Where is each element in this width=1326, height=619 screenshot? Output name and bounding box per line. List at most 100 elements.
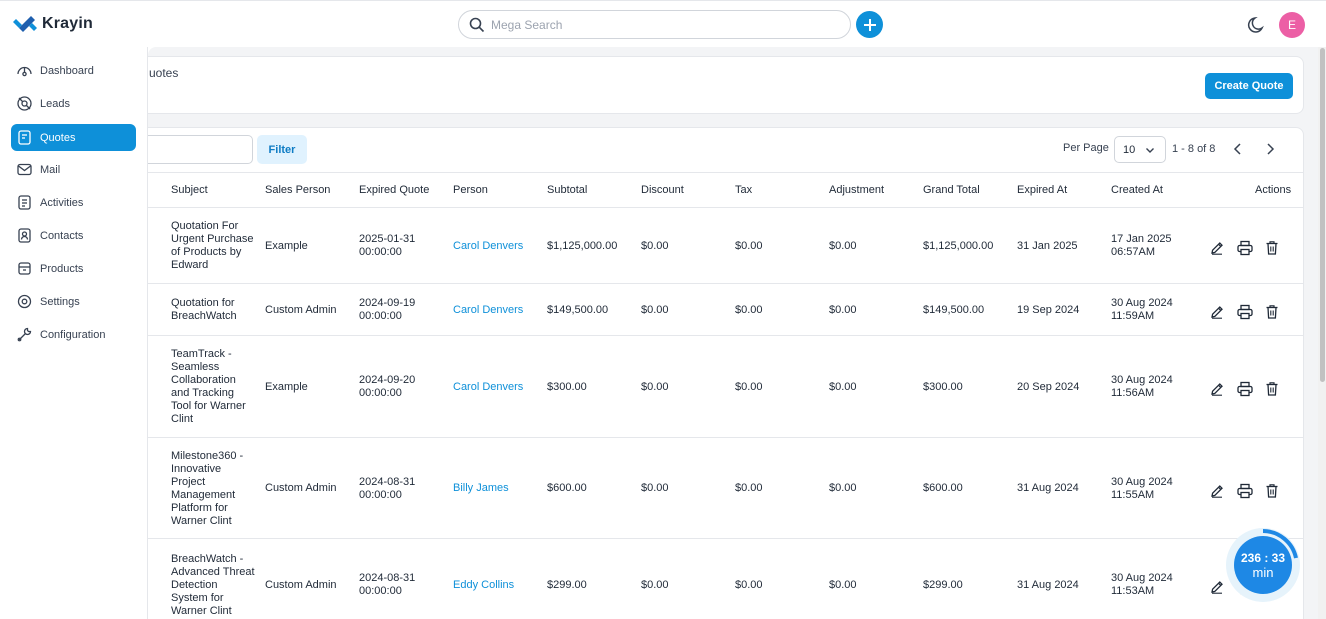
edit-icon[interactable] bbox=[1209, 304, 1225, 325]
sidebar-item-activities[interactable]: Activities bbox=[11, 189, 136, 216]
sidebar-item-settings[interactable]: Settings bbox=[11, 288, 136, 315]
cell-subject-line: Clint bbox=[171, 413, 194, 425]
cell-expired-quote: 2024-09-19 00:00:00 bbox=[359, 297, 449, 323]
cell-adjustment: $0.00 bbox=[829, 482, 857, 494]
print-icon[interactable] bbox=[1236, 483, 1254, 504]
mega-search[interactable] bbox=[458, 10, 851, 39]
cell-subject-line: Quotation for bbox=[171, 297, 235, 309]
row-actions bbox=[1209, 304, 1279, 325]
column-header[interactable]: Subject bbox=[171, 184, 208, 196]
column-header[interactable]: Tax bbox=[735, 184, 752, 196]
column-header[interactable]: Adjustment bbox=[829, 184, 884, 196]
table-row: Quotation for BreachWatch Custom Admin 2024… bbox=[148, 284, 1303, 336]
delete-icon[interactable] bbox=[1265, 381, 1279, 402]
sidebar-item-contacts[interactable]: Contacts bbox=[11, 222, 136, 249]
sidebar-item-label: Mail bbox=[40, 163, 61, 176]
user-avatar[interactable]: E bbox=[1279, 12, 1305, 38]
delete-icon[interactable] bbox=[1265, 304, 1279, 325]
moon-icon bbox=[1247, 16, 1264, 33]
pagination-info: 1 - 8 of 8 bbox=[1172, 143, 1216, 155]
row-actions bbox=[1209, 381, 1279, 402]
sidebar-item-products[interactable]: Products bbox=[11, 255, 136, 282]
column-header[interactable]: Created At bbox=[1111, 184, 1163, 196]
column-header[interactable]: Grand Total bbox=[923, 184, 980, 196]
filter-button[interactable]: Filter bbox=[257, 135, 307, 164]
cell-adjustment: $0.00 bbox=[829, 579, 857, 591]
cell-subject-line: Tool for Warner bbox=[171, 400, 246, 412]
edit-icon[interactable] bbox=[1209, 483, 1225, 504]
quick-create-button[interactable] bbox=[856, 11, 883, 38]
person-link[interactable]: Carol Denvers bbox=[453, 381, 523, 394]
cell-expired-quote-line: 2024-09-19 bbox=[359, 297, 416, 309]
chevron-down-icon bbox=[1146, 147, 1155, 153]
mail-icon bbox=[17, 163, 32, 176]
person-link[interactable]: Billy James bbox=[453, 482, 509, 495]
cell-adjustment: $0.00 bbox=[829, 381, 857, 393]
person-link[interactable]: Carol Denvers bbox=[453, 304, 523, 317]
cell-subject-line: and Tracking bbox=[171, 387, 234, 399]
search-icon bbox=[469, 17, 485, 32]
main-content: uotes Create Quote Filter Per Page 10 1 … bbox=[148, 47, 1318, 619]
cell-subject-line: Milestone360 - bbox=[171, 450, 244, 462]
delete-icon[interactable] bbox=[1265, 483, 1279, 504]
sidebar-item-configuration[interactable]: Configuration bbox=[11, 321, 136, 348]
cell-tax: $0.00 bbox=[735, 381, 763, 393]
cell-subject-line: Advanced Threat bbox=[171, 566, 255, 578]
cell-created-at: 17 Jan 2025 06:57AM bbox=[1111, 233, 1201, 259]
sidebar-item-quotes[interactable]: Quotes bbox=[11, 124, 136, 151]
person-link[interactable]: Carol Denvers bbox=[453, 240, 523, 253]
table-row: Milestone360 - Innovative Project Managemen… bbox=[148, 438, 1303, 539]
cell-created-at-line: 11:59AM bbox=[1111, 310, 1155, 322]
contacts-icon bbox=[18, 228, 31, 243]
cell-created-at-line: 11:56AM bbox=[1111, 387, 1155, 399]
cell-created-at-line: 30 Aug 2024 bbox=[1111, 374, 1173, 386]
cell-expired-quote-line: 00:00:00 bbox=[359, 585, 402, 597]
cell-subject-line: Project bbox=[171, 476, 206, 488]
cell-subtotal: $600.00 bbox=[547, 482, 587, 494]
sidebar-item-mail[interactable]: Mail bbox=[11, 156, 136, 183]
cell-subject: Milestone360 - Innovative Project Managemen… bbox=[171, 450, 261, 528]
column-header[interactable]: Subtotal bbox=[547, 184, 587, 196]
cell-created-at: 30 Aug 2024 11:53AM bbox=[1111, 572, 1201, 598]
cell-sales-person: Custom Admin bbox=[265, 482, 337, 494]
delete-icon[interactable] bbox=[1265, 240, 1279, 261]
cell-grand-total: $149,500.00 bbox=[923, 304, 985, 316]
print-icon[interactable] bbox=[1236, 381, 1254, 402]
edit-icon[interactable] bbox=[1209, 381, 1225, 402]
column-header[interactable]: Discount bbox=[641, 184, 684, 196]
create-quote-button[interactable]: Create Quote bbox=[1205, 73, 1293, 99]
column-header: Actions bbox=[1255, 184, 1292, 196]
cell-subject-line: Edward bbox=[171, 259, 209, 271]
column-header[interactable]: Sales Person bbox=[265, 184, 330, 196]
chevron-left-icon[interactable] bbox=[1231, 141, 1245, 157]
per-page-label: Per Page bbox=[1063, 142, 1109, 154]
cell-subject-line: Warner Clint bbox=[171, 605, 232, 617]
sidebar-item-dashboard[interactable]: Dashboard bbox=[11, 57, 136, 84]
chevron-right-icon[interactable] bbox=[1263, 141, 1277, 157]
scrollbar-thumb[interactable] bbox=[1320, 48, 1325, 382]
cell-subtotal: $1,125,000.00 bbox=[547, 240, 618, 252]
logo[interactable]: Krayin bbox=[12, 14, 93, 34]
print-icon[interactable] bbox=[1236, 240, 1254, 261]
per-page-select[interactable]: 10 bbox=[1114, 136, 1166, 163]
quotes-datagrid: Filter Per Page 10 1 - 8 of 8 Subject Sa… bbox=[148, 127, 1304, 619]
print-icon[interactable] bbox=[1236, 304, 1254, 325]
cell-discount: $0.00 bbox=[641, 381, 669, 393]
cell-expired-at: 31 Aug 2024 bbox=[1017, 579, 1079, 591]
theme-toggle-button[interactable] bbox=[1247, 15, 1267, 35]
column-header[interactable]: Person bbox=[453, 184, 488, 196]
column-header[interactable]: Expired Quote bbox=[359, 184, 429, 196]
column-header[interactable]: Expired At bbox=[1017, 184, 1067, 196]
cell-created-at-line: 11:55AM bbox=[1111, 489, 1155, 501]
cell-subject-line: Seamless bbox=[171, 361, 220, 373]
person-link[interactable]: Eddy Collins bbox=[453, 579, 514, 592]
cell-subtotal: $300.00 bbox=[547, 381, 587, 393]
sidebar-item-leads[interactable]: Leads bbox=[11, 90, 136, 117]
mega-search-input[interactable] bbox=[491, 17, 831, 32]
krayin-logo-icon bbox=[13, 16, 37, 32]
datagrid-search-input[interactable] bbox=[148, 135, 253, 164]
edit-icon[interactable] bbox=[1209, 240, 1225, 261]
sidebar-item-label: Activities bbox=[40, 196, 84, 209]
cell-subject-line: of Products by bbox=[171, 246, 242, 258]
edit-icon[interactable] bbox=[1209, 579, 1225, 600]
